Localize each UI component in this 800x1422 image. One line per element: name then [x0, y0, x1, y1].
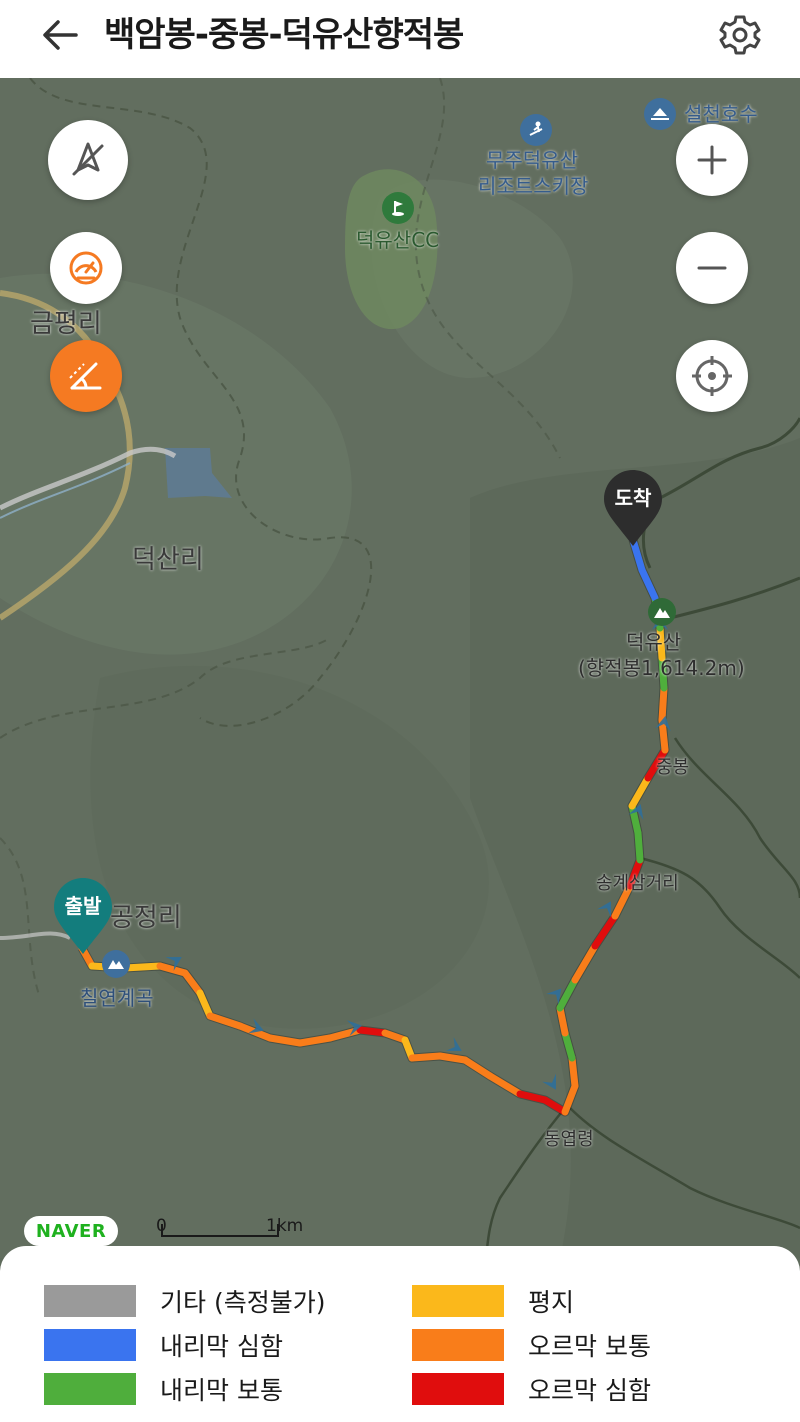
- route-segment: [556, 976, 579, 1012]
- legend-swatch: [412, 1373, 504, 1405]
- route-segment: [436, 1052, 469, 1064]
- gear-icon: [719, 15, 761, 55]
- label-deogyusan-line2: (향적봉1,614.2m): [578, 656, 745, 680]
- compass-off-button[interactable]: [48, 120, 128, 200]
- route-segment: [356, 1026, 389, 1037]
- app-header: 백암봉-중봉-덕유산향적봉: [0, 0, 800, 78]
- label-seolcheon-lake: 설천호수: [684, 102, 758, 126]
- route-segment: [121, 962, 164, 972]
- legend-label: 평지: [528, 1288, 575, 1317]
- label-deoksan: 덕산리: [132, 545, 204, 575]
- speedometer-icon: [69, 251, 103, 285]
- start-pin[interactable]: 출발: [52, 876, 114, 956]
- minus-icon: [697, 266, 727, 270]
- end-pin[interactable]: 도착: [602, 468, 664, 548]
- label-geumpyeong: 금평리: [30, 309, 102, 339]
- legend-swatch: [44, 1329, 136, 1361]
- route-segment: [486, 1072, 524, 1098]
- scale-end-label: 1km: [266, 1216, 304, 1236]
- label-dongyeopryeong: 동엽령: [544, 1129, 594, 1150]
- direction-arrow-icon: [542, 1073, 556, 1090]
- legend-item-steep-uphill: 오르막 심함: [412, 1372, 651, 1406]
- back-button[interactable]: [30, 12, 90, 58]
- label-golf-cc: 덕유산CC: [356, 228, 440, 252]
- golf-icon: [382, 192, 414, 224]
- route-segment: [408, 1052, 444, 1062]
- legend-label: 오르막 보통: [528, 1332, 651, 1361]
- label-gongjeong: 공정리: [110, 903, 182, 933]
- start-pin-label: 출발: [64, 894, 102, 918]
- route-segment: [326, 1026, 364, 1042]
- slope-icon: [69, 362, 102, 390]
- plus-icon: [697, 145, 727, 175]
- route-segment: [658, 684, 668, 724]
- route-segment: [561, 1029, 576, 1062]
- label-resort-line2: 리조트스키장: [478, 174, 589, 198]
- route-segment: [568, 1054, 579, 1090]
- legend-swatch: [412, 1285, 504, 1317]
- zoom-in-button[interactable]: [676, 124, 748, 196]
- map-view[interactable]: 설천호수 무주덕유산 리조트스키장 덕유산CC 금평리 덕산리 덕유산 (향적봉…: [0, 78, 800, 1258]
- route-segment: [556, 1004, 569, 1037]
- route-segment: [266, 1034, 304, 1047]
- legend-label: 기타 (측정불가): [160, 1288, 326, 1317]
- arrow-left-icon: [43, 20, 78, 50]
- route-shadow: [78, 538, 670, 1117]
- legend-label: 오르막 심함: [528, 1376, 651, 1405]
- route-segment: [461, 1056, 494, 1080]
- mountain-icon: [648, 598, 676, 626]
- label-jungbong: 중봉: [656, 757, 690, 778]
- my-location-button[interactable]: [676, 340, 748, 412]
- legend-label: 내리막 심함: [160, 1332, 283, 1361]
- route-segment: [561, 1082, 579, 1116]
- naver-logo: NAVER: [24, 1216, 118, 1246]
- route-segment: [634, 829, 644, 864]
- ski-icon: [520, 114, 552, 146]
- legend-swatch: [44, 1285, 136, 1317]
- route-segment: [571, 942, 599, 984]
- label-chilyeon-valley: 칠연계곡: [80, 986, 154, 1010]
- legend-item-other: 기타 (측정불가): [44, 1284, 325, 1318]
- zoom-out-button[interactable]: [676, 232, 748, 304]
- legend-swatch: [412, 1329, 504, 1361]
- legend-item-moderate-downhill: 내리막 보통: [44, 1372, 283, 1406]
- scale-start-label: 0: [156, 1216, 167, 1236]
- crosshair-icon: [692, 356, 732, 396]
- route-segment: [591, 912, 619, 950]
- slope-toggle-button[interactable]: [50, 340, 122, 412]
- legend-item-moderate-uphill: 오르막 보통: [412, 1328, 651, 1362]
- compass-off-icon: [72, 142, 104, 176]
- legend-swatch: [44, 1373, 136, 1405]
- route-segment: [628, 774, 652, 810]
- legend-item-flat: 평지: [412, 1284, 574, 1318]
- label-deogyusan-line1: 덕유산: [626, 630, 682, 654]
- speed-gauge-button[interactable]: [50, 232, 122, 304]
- route-segment: [156, 962, 189, 977]
- legend-item-steep-downhill: 내리막 심함: [44, 1328, 283, 1362]
- route-segment: [296, 1034, 334, 1047]
- settings-button[interactable]: [712, 10, 768, 60]
- page-title: 백암봉-중봉-덕유산향적봉: [104, 15, 464, 55]
- route-segment: [196, 989, 214, 1020]
- label-songgye-junction: 송계삼거리: [596, 873, 679, 894]
- lake-icon: [644, 98, 676, 130]
- route-segment: [206, 1012, 244, 1030]
- end-pin-label: 도착: [614, 486, 652, 510]
- label-resort-line1: 무주덕유산: [486, 148, 578, 172]
- legend-label: 내리막 보통: [160, 1376, 283, 1405]
- slope-legend: 기타 (측정불가) 평지 내리막 심함 오르막 보통 내리막 보통 오르막 심함: [0, 1246, 800, 1422]
